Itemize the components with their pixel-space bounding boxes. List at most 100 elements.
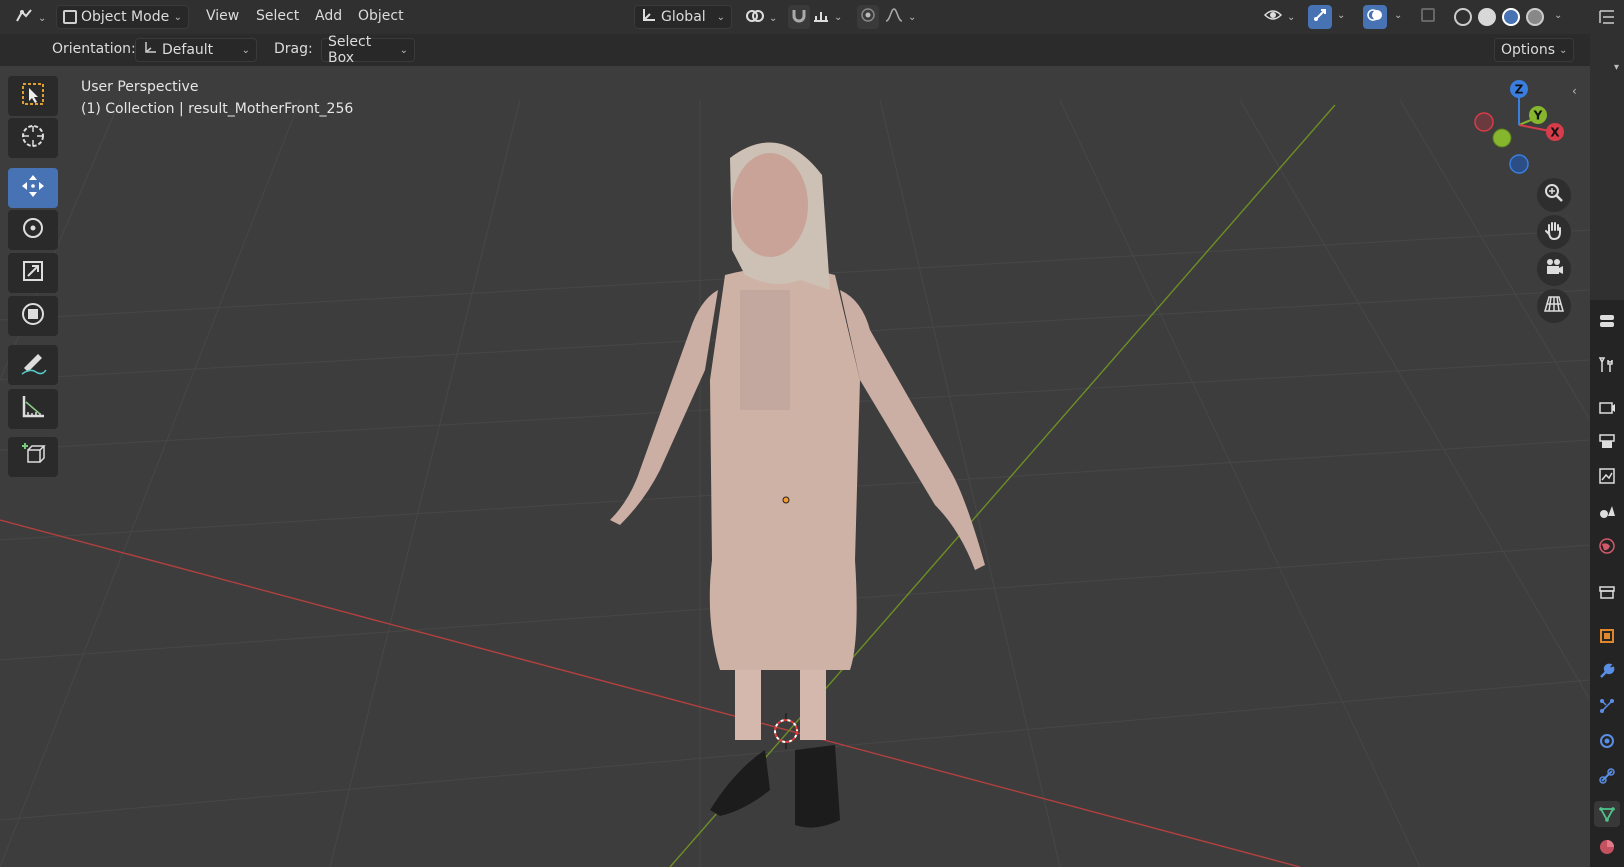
overlays-icon [1367,7,1383,27]
viewport-scene [0,99,1590,867]
tool-settings-bar: Orientation: Default ⌄ Drag: Select Box … [0,34,1590,66]
camera-view-button[interactable] [1537,252,1571,286]
collection-tab-icon[interactable] [1598,583,1616,601]
chevron-down-icon[interactable]: ⌄ [1337,10,1345,21]
drag-label: Drag: [274,41,313,57]
view-layer-tab-icon[interactable] [1598,467,1616,485]
orientation-value: Default [162,42,214,58]
tool-transform[interactable] [8,296,58,336]
transform-icon [18,299,48,333]
visibility-button[interactable]: ⌄ [1263,7,1295,27]
chevron-down-icon: ⌄ [173,11,182,23]
transform-orientation-dropdown[interactable]: Global ⌄ [634,5,732,29]
proportional-edit-toggle[interactable] [857,5,879,29]
navigation-gizmo[interactable]: Z Y X [1465,75,1575,180]
tool-properties-tab-icon[interactable] [1598,312,1616,330]
menu-add[interactable]: Add [315,8,342,24]
tool-rotate[interactable] [8,210,58,250]
mesh-data-tab-icon[interactable] [1594,801,1620,827]
mode-dropdown[interactable]: Object Mode ⌄ [56,5,189,29]
x-axis-label: X [1550,126,1560,140]
xray-icon [1421,8,1435,22]
proportional-edit-icon [860,7,876,27]
tool-scale[interactable] [8,253,58,293]
viewport-info: User Perspective (1) Collection | result… [81,76,353,120]
chevron-down-icon[interactable]: ⌄ [1554,10,1562,21]
orientation-axis-icon [641,7,657,27]
chevron-down-icon[interactable]: ▾ [1614,62,1619,73]
object-tab-icon[interactable] [1598,627,1616,645]
render-tab-icon[interactable] [1598,398,1616,416]
neg-y-handle[interactable] [1492,128,1512,148]
xray-toggle[interactable] [1421,8,1435,22]
hand-icon [1543,219,1565,245]
select-box-icon [18,79,48,113]
move-icon [18,171,48,205]
tool-move[interactable] [8,168,58,208]
pivot-point-button[interactable]: ⌄ [745,7,777,29]
orientation-label: Orientation: [52,41,136,57]
scene-tab-icon[interactable] [1598,502,1616,520]
character-model[interactable] [610,142,985,828]
viewport-header: ⌄ Object Mode ⌄ View Select Add Object G… [0,0,1590,34]
material-preview-shading-icon[interactable] [1502,8,1520,26]
snap-target-button[interactable]: ⌄ [812,7,842,27]
y-axis-label: Y [1533,109,1543,123]
physics-tab-icon[interactable] [1598,732,1616,750]
modifier-wrench-icon[interactable] [1598,662,1616,680]
particles-tab-icon[interactable] [1598,697,1616,715]
overlays-toggle[interactable] [1363,5,1387,29]
sidebar-toggle-arrow[interactable]: ‹ [1572,84,1577,98]
wireframe-shading-icon[interactable] [1454,8,1472,26]
constraints-tab-icon[interactable] [1598,767,1616,785]
camera-icon [1543,256,1565,282]
tool-select-box[interactable] [8,76,58,116]
collection-info: (1) Collection | result_MotherFront_256 [81,101,354,117]
z-axis-handle[interactable]: Z [1510,80,1528,98]
chevron-down-icon: ⌄ [399,44,408,56]
tool-measure[interactable] [8,389,58,429]
world-tab-icon[interactable] [1598,537,1616,555]
gizmo-toggle[interactable] [1308,5,1332,29]
y-axis-handle[interactable]: Y [1529,106,1547,124]
outliner-icon[interactable] [1598,8,1616,26]
perspective-toggle-button[interactable] [1537,289,1571,323]
tool-tab-icon[interactable] [1598,356,1616,374]
falloff-button[interactable]: ⌄ [884,7,916,27]
menu-object[interactable]: Object [358,8,404,24]
grid-perspective-icon [1543,293,1565,319]
output-tab-icon[interactable] [1598,432,1616,450]
menu-view[interactable]: View [206,8,239,24]
neg-z-handle[interactable] [1509,154,1529,174]
orientation-dropdown[interactable]: Default ⌄ [135,38,257,62]
tool-cursor[interactable] [8,118,58,158]
options-dropdown[interactable]: Options ⌄ [1494,38,1574,62]
pivot-icon [745,7,765,29]
zoom-button[interactable] [1537,178,1571,212]
3d-viewport[interactable] [0,66,1590,867]
chevron-down-icon[interactable]: ⌄ [1394,10,1402,21]
tool-annotate[interactable] [8,345,58,385]
solid-shading-icon[interactable] [1478,8,1496,26]
chevron-down-icon: ⌄ [1287,11,1296,23]
cursor-icon [18,121,48,155]
neg-x-handle[interactable] [1474,112,1494,132]
pan-button[interactable] [1537,215,1571,249]
chevron-down-icon: ⌄ [716,11,725,23]
x-axis-handle[interactable]: X [1546,123,1564,141]
snap-increment-icon [812,7,830,27]
view-name: User Perspective [81,79,199,95]
editor-type-button[interactable]: ⌄ [14,6,46,30]
outliner-strip [1590,0,1624,300]
material-tab-icon[interactable] [1598,838,1616,856]
object-origin[interactable] [782,496,790,504]
snap-toggle[interactable] [788,5,810,29]
tool-add-cube[interactable] [8,437,58,477]
drag-dropdown[interactable]: Select Box ⌄ [321,34,415,66]
rendered-shading-icon[interactable] [1526,8,1544,26]
falloff-curve-icon [884,7,904,27]
gizmo-icon [1312,7,1328,27]
z-axis-label: Z [1515,83,1524,97]
scale-icon [18,256,48,290]
menu-select[interactable]: Select [256,8,299,24]
